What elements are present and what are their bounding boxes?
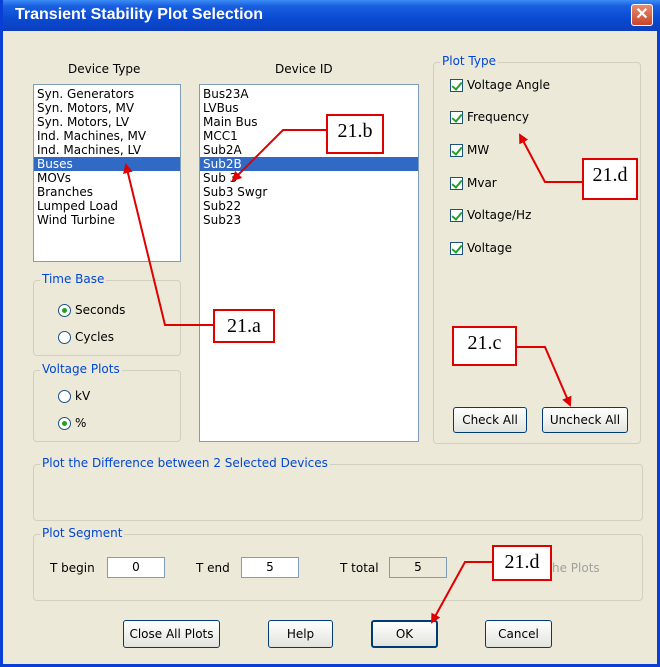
arrow-21d-top xyxy=(519,133,582,183)
annotation-arrows xyxy=(123,129,582,624)
annotation-21d-top: 21.d xyxy=(582,158,638,200)
annotation-21c: 21.c xyxy=(452,326,517,366)
annotation-21d-bottom: 21.d xyxy=(492,545,552,581)
arrow-21c xyxy=(517,346,572,407)
arrow-21d-bottom xyxy=(431,561,492,624)
annotation-21a: 21.a xyxy=(213,309,275,343)
arrow-21a xyxy=(123,163,213,326)
annotation-21b: 21.b xyxy=(326,114,384,154)
arrow-21b xyxy=(231,129,326,182)
